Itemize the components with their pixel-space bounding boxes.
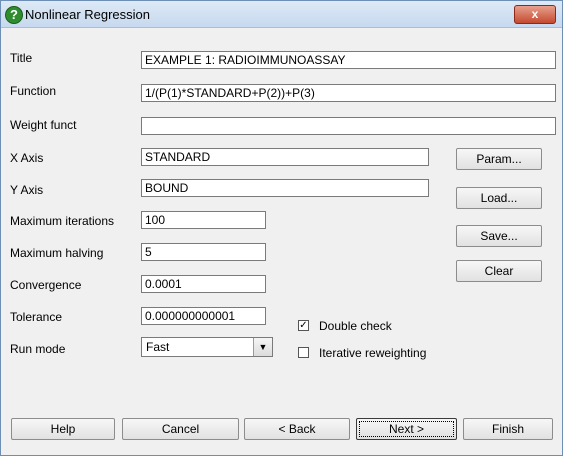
run-mode-value: Fast [146,340,170,354]
convergence-input[interactable]: 0.0001 [141,275,266,293]
function-input[interactable]: 1/(P(1)*STANDARD+P(2))+P(3) [141,84,556,102]
double-check-checkbox[interactable]: ✓ [298,320,309,331]
cancel-button[interactable]: Cancel [122,418,239,440]
max-iterations-label: Maximum iterations [10,214,115,228]
title-input[interactable]: EXAMPLE 1: RADIOIMMUNOASSAY [141,51,556,69]
convergence-label: Convergence [10,278,82,292]
tolerance-input[interactable]: 0.000000000001 [141,307,266,325]
iterative-reweighting-label: Iterative reweighting [319,346,427,360]
weight-function-label: Weight funct [10,118,77,132]
tolerance-label: Tolerance [10,310,63,324]
load-button[interactable]: Load... [456,187,542,209]
double-check-label: Double check [319,319,392,333]
chevron-down-icon[interactable]: ▼ [253,338,272,356]
close-button[interactable]: x [514,5,556,24]
help-question-icon: ? [5,6,23,24]
window-title: Nonlinear Regression [25,7,151,22]
save-button[interactable]: Save... [456,225,542,247]
y-axis-label: Y Axis [10,183,44,197]
max-halving-label: Maximum halving [10,246,104,260]
max-halving-input[interactable]: 5 [141,243,266,261]
y-axis-input[interactable]: BOUND [141,179,429,197]
x-axis-label: X Axis [10,151,44,165]
back-button[interactable]: < Back [244,418,350,440]
x-axis-input[interactable]: STANDARD [141,148,429,166]
param-button[interactable]: Param... [456,148,542,170]
finish-button[interactable]: Finish [463,418,553,440]
run-mode-label: Run mode [10,342,66,356]
help-button[interactable]: Help [11,418,115,440]
run-mode-select[interactable]: Fast ▼ [141,337,273,357]
next-button[interactable]: Next > [356,418,457,440]
function-label: Function [10,84,57,98]
clear-button[interactable]: Clear [456,260,542,282]
iterative-reweighting-checkbox[interactable] [298,347,309,358]
title-bar: ? Nonlinear Regression x [1,1,562,28]
weight-function-input[interactable] [141,117,556,135]
max-iterations-input[interactable]: 100 [141,211,266,229]
title-label: Title [10,51,33,65]
nonlinear-regression-dialog: ? Nonlinear Regression x Title Function … [0,0,563,456]
